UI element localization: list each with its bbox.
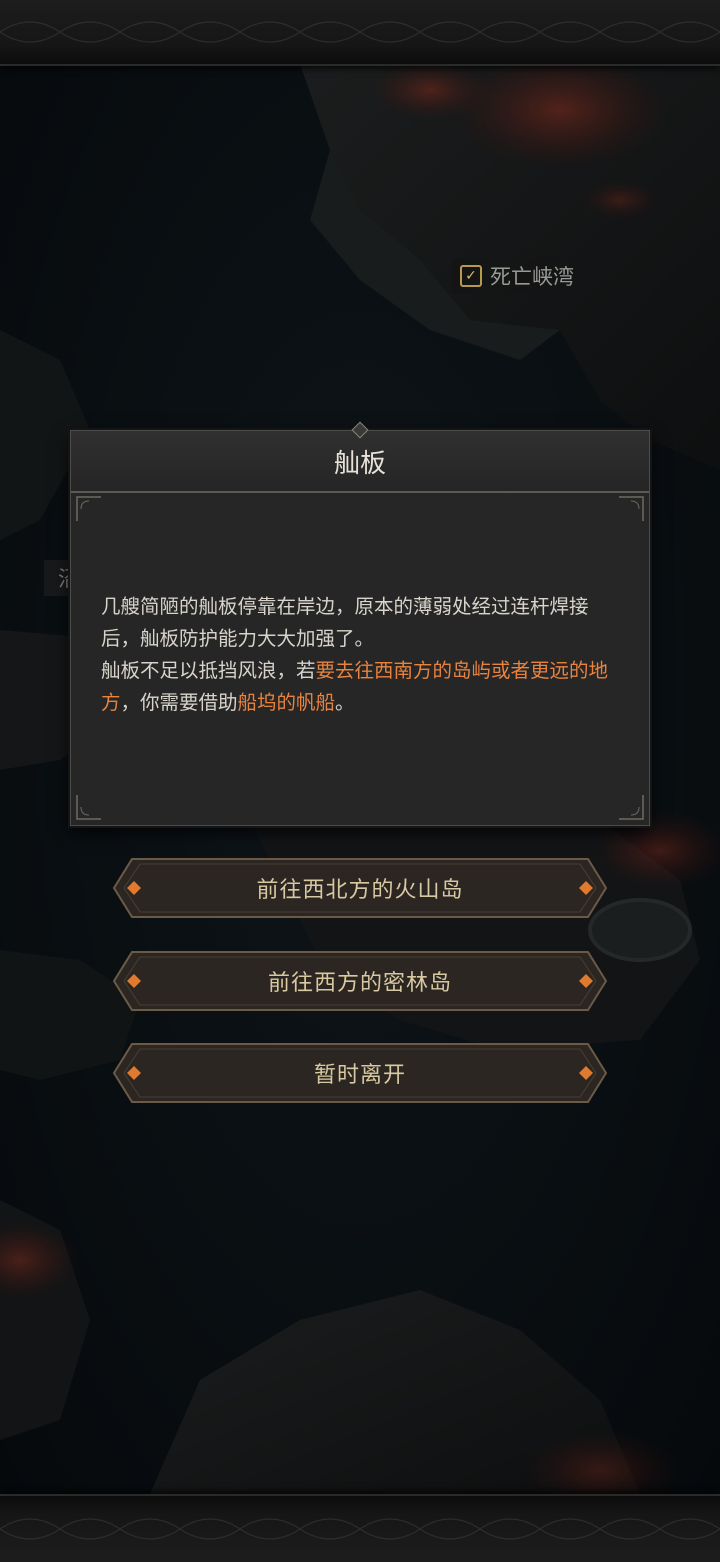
dialog-header: 舢板 [71,421,649,493]
corner-ornament-icon [76,496,101,521]
choice-label: 暂时离开 [313,1063,406,1088]
corner-ornament-icon [619,795,644,820]
dialog-description: 几艘简陋的舢板停靠在岸边，原本的薄弱处经过连杆焊接后，舢板防护能力大大加强了。 … [101,591,621,719]
ornament-pattern [0,1518,720,1540]
highlight-shipyard: 船坞的帆船 [237,691,336,714]
map-location-label: 死亡峡湾 [490,265,574,289]
description-text: 舢板不足以抵挡风浪，若 [101,659,316,682]
choice-button-volcano-island[interactable]: 前往西北方的火山岛 [112,857,608,919]
corner-ornament-icon [619,496,644,521]
corner-ornament-icon [76,795,101,820]
dialog-title: 舢板 [333,448,386,479]
event-dialog: 舢板 几艘简陋的舢板停靠在岸边，原本的薄弱处经过连杆焊接后，舢板防护能力大大加强… [70,421,650,826]
map-location-marker[interactable]: ✓ 死亡峡湾 [452,258,588,294]
description-text: 。 [335,691,355,714]
ornament-pattern [0,21,720,43]
choice-button-jungle-island[interactable]: 前往西方的密林岛 [112,950,608,1012]
top-frame-bar [0,0,720,66]
description-paragraph-2: 舢板不足以抵挡风浪，若要去往西南方的岛屿或者更远的地方，你需要借助船坞的帆船。 [101,655,621,719]
description-paragraph-1: 几艘简陋的舢板停靠在岸边，原本的薄弱处经过连杆焊接后，舢板防护能力大大加强了。 [101,595,589,650]
choice-label: 前往西方的密林岛 [267,971,452,996]
description-text: ，你需要借助 [120,691,238,714]
bottom-frame-bar [0,1494,720,1562]
checkmark-icon: ✓ [460,265,482,287]
choice-button-leave[interactable]: 暂时离开 [112,1042,608,1104]
choice-label: 前往西北方的火山岛 [256,878,464,903]
